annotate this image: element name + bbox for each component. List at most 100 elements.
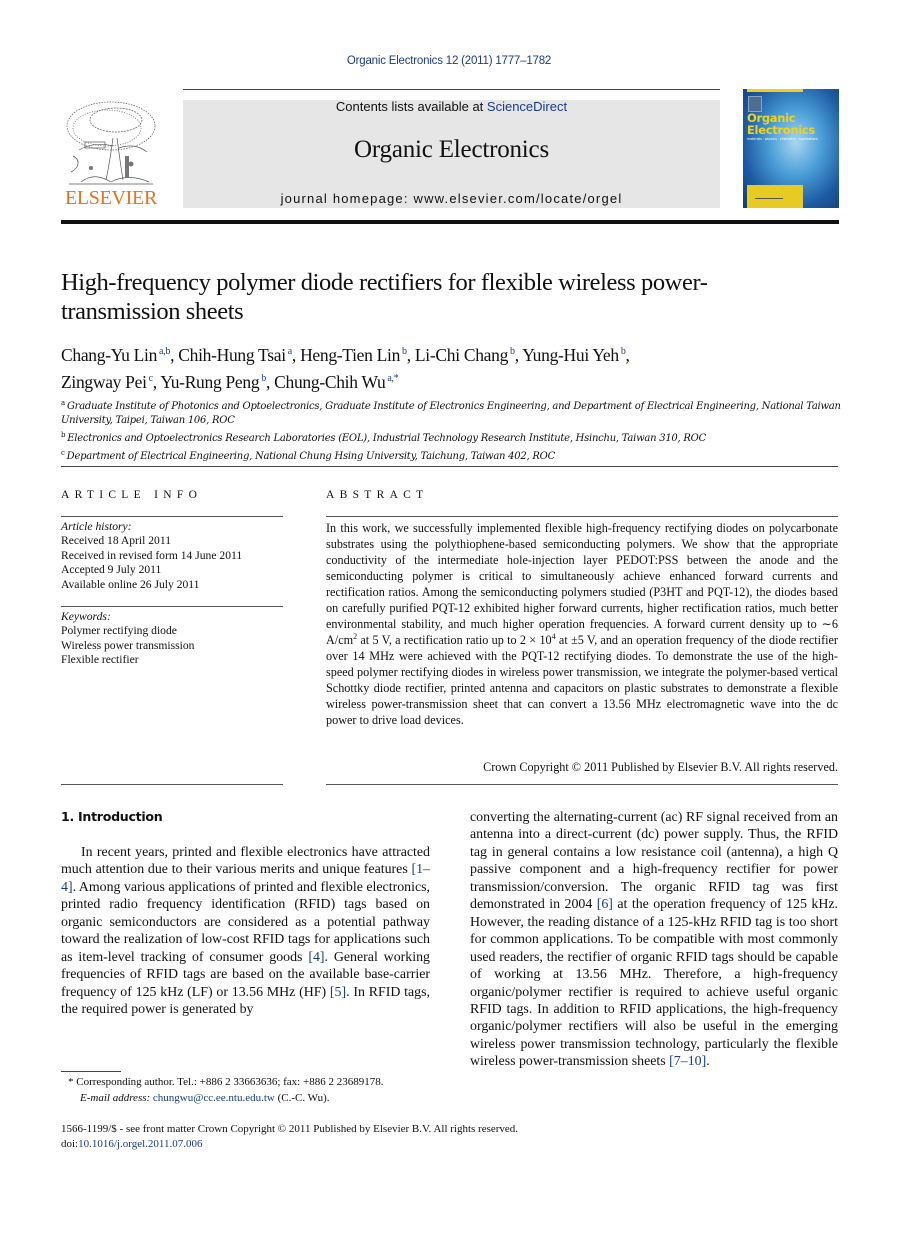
author[interactable]: Yu-Rung Peng b: [160, 372, 266, 392]
article-title: High-frequency polymer diode rectifiers …: [61, 269, 708, 325]
history-item: Received 18 April 2011: [61, 534, 172, 548]
header-rule: [183, 89, 720, 90]
affiliation: a Graduate Institute of Photonics and Opt…: [61, 396, 851, 428]
author-affiliation-marker[interactable]: a,*: [387, 373, 398, 384]
journal-citation[interactable]: Organic Electronics 12 (2011) 1777–1782: [0, 55, 898, 67]
cover-yellow-line: [755, 198, 783, 199]
author[interactable]: Heng-Tien Lin b: [300, 345, 407, 365]
keywords: Keywords: Polymer rectifying diode Wirel…: [61, 610, 291, 668]
section-heading-introduction: 1. Introduction: [61, 809, 163, 824]
front-matter: 1566-1199/$ - see front matter Crown Cop…: [61, 1122, 661, 1152]
sciencedirect-link[interactable]: ScienceDirect: [487, 99, 567, 114]
affiliation-key: c: [61, 449, 65, 457]
abstract-part: In this work, we successfully implemente…: [326, 521, 838, 647]
citation-link[interactable]: [6]: [597, 897, 613, 912]
author-affiliation-marker[interactable]: a,b: [159, 346, 170, 357]
body-column-right: converting the alternating-current (ac) …: [470, 809, 838, 1071]
abstract-part: at 5 V, a rectification ratio up to 2 × …: [357, 633, 552, 647]
author[interactable]: Chung-Chih Wu a,*: [274, 372, 399, 392]
footnote-email: E-mail address: chungwu@cc.ee.ntu.edu.tw…: [68, 1091, 468, 1107]
author-list: Chang-Yu Lin a,b, Chih-Hung Tsai a, Heng-T…: [61, 340, 851, 394]
doi-prefix: doi:: [61, 1138, 79, 1150]
affiliation-text: Department of Electrical Engineering, Na…: [66, 451, 556, 462]
email-label: E-mail address:: [80, 1091, 151, 1104]
keyword-item: Wireless power transmission: [61, 638, 195, 652]
author-name[interactable]: Zingway Pei: [61, 372, 147, 392]
history-item: Received in revised form 14 June 2011: [61, 548, 243, 562]
affiliation-text: Electronics and Optoelectronics Research…: [67, 433, 707, 444]
author[interactable]: Chang-Yu Lin a,b: [61, 345, 170, 365]
author-separator: ,: [266, 372, 275, 392]
text-run: at the operation frequency of 125 kHz. H…: [470, 897, 838, 1070]
journal-name[interactable]: Organic Electronics: [183, 136, 720, 164]
journal-homepage-link[interactable]: journal homepage: www.elsevier.com/locat…: [183, 191, 720, 206]
journal-cover-image[interactable]: Organic Electronics materials · physics …: [743, 89, 839, 208]
footnote-text: Corresponding author. Tel.: +886 2 33663…: [73, 1076, 384, 1088]
author-separator: ,: [625, 345, 630, 365]
history-item: Available online 26 July 2011: [61, 577, 200, 591]
keyword-item: Polymer rectifying diode: [61, 624, 177, 638]
affiliation-key: b: [61, 431, 66, 439]
cover-yellow-box: [747, 185, 803, 208]
cover-title-line2: Electronics: [747, 123, 815, 137]
article-history: Article history: Received 18 April 2011 …: [61, 520, 291, 592]
affiliation-rule: [61, 466, 838, 467]
elsevier-wordmark: ELSEVIER: [64, 187, 158, 209]
author-separator: ,: [291, 345, 301, 365]
footnote-rule: [61, 1071, 121, 1072]
history-label: Article history:: [61, 520, 132, 533]
keywords-label: Keywords:: [61, 610, 111, 623]
cover-top-bar: [747, 89, 803, 92]
contents-prefix: Contents lists available at: [335, 99, 487, 114]
author-name[interactable]: Yu-Rung Peng: [160, 372, 259, 392]
cover-subtitle: materials · physics · chemistry · applic…: [747, 137, 819, 141]
author[interactable]: Zingway Pei c: [61, 372, 153, 392]
email-suffix: (C.-C. Wu).: [274, 1091, 330, 1104]
citation-link[interactable]: [5]: [330, 985, 346, 1000]
issn-line: 1566-1199/$ - see front matter Crown Cop…: [61, 1123, 519, 1135]
body-rule-left: [61, 784, 283, 785]
abstract-part: at ±5 V, and an operation frequency of t…: [326, 633, 838, 727]
email-link[interactable]: chungwu@cc.ee.ntu.edu.tw: [153, 1092, 275, 1104]
paragraph: converting the alternating-current (ac) …: [470, 809, 838, 1071]
author[interactable]: Li-Chi Chang b: [415, 345, 515, 365]
citation-link[interactable]: [7–10]: [669, 1054, 706, 1069]
author-name[interactable]: Chang-Yu Lin: [61, 345, 157, 365]
author-name[interactable]: Yung-Hui Yeh: [522, 345, 619, 365]
citation-link[interactable]: [4]: [308, 950, 324, 965]
cover-elsevier-emblem-icon: [748, 96, 762, 112]
abstract-rule: [326, 516, 838, 517]
journal-banner: Contents lists available at ScienceDirec…: [183, 99, 720, 208]
doi-line: doi:10.1016/j.orgel.2011.07.006: [61, 1137, 661, 1152]
body-column-left: In recent years, printed and flexible el…: [61, 844, 430, 1019]
abstract-text: In this work, we successfully implemente…: [326, 520, 838, 728]
affiliation-text: Graduate Institute of Photonics and Opto…: [61, 401, 841, 426]
text-run: In recent years, printed and flexible el…: [61, 845, 430, 878]
corresponding-author-footnote: * Corresponding author. Tel.: +886 2 336…: [68, 1075, 468, 1106]
history-item: Accepted 9 July 2011: [61, 563, 162, 577]
affiliation: b Electronics and Optoelectronics Researc…: [61, 428, 851, 446]
cover-title: Organic Electronics: [747, 112, 815, 136]
contents-line: Contents lists available at ScienceDirec…: [183, 99, 720, 114]
author[interactable]: Chih-Hung Tsai a: [178, 345, 292, 365]
keywords-rule: [61, 606, 283, 607]
author[interactable]: Yung-Hui Yeh b: [522, 345, 626, 365]
article-info-heading: ARTICLE INFO: [61, 489, 203, 501]
author-name[interactable]: Chih-Hung Tsai: [178, 345, 286, 365]
elsevier-tree-icon: [66, 101, 156, 185]
header-thick-rule: [61, 220, 839, 224]
elsevier-logo[interactable]: ELSEVIER: [61, 98, 161, 210]
footnote-corresponding: * Corresponding author. Tel.: +886 2 336…: [68, 1075, 468, 1091]
body-rule-right: [326, 784, 838, 785]
text-run: .: [706, 1054, 710, 1070]
keyword-item: Flexible rectifier: [61, 653, 139, 667]
affiliation: c Department of Electrical Engineering, N…: [61, 446, 851, 464]
author-name[interactable]: Li-Chi Chang: [415, 345, 508, 365]
affiliation-list: a Graduate Institute of Photonics and Opt…: [61, 396, 851, 464]
affiliation-key: a: [61, 399, 65, 407]
author-name[interactable]: Chung-Chih Wu: [274, 372, 386, 392]
author-separator: ,: [406, 345, 415, 365]
article-info-rule: [61, 516, 283, 517]
doi-link[interactable]: 10.1016/j.orgel.2011.07.006: [78, 1138, 202, 1150]
author-name[interactable]: Heng-Tien Lin: [300, 345, 400, 365]
